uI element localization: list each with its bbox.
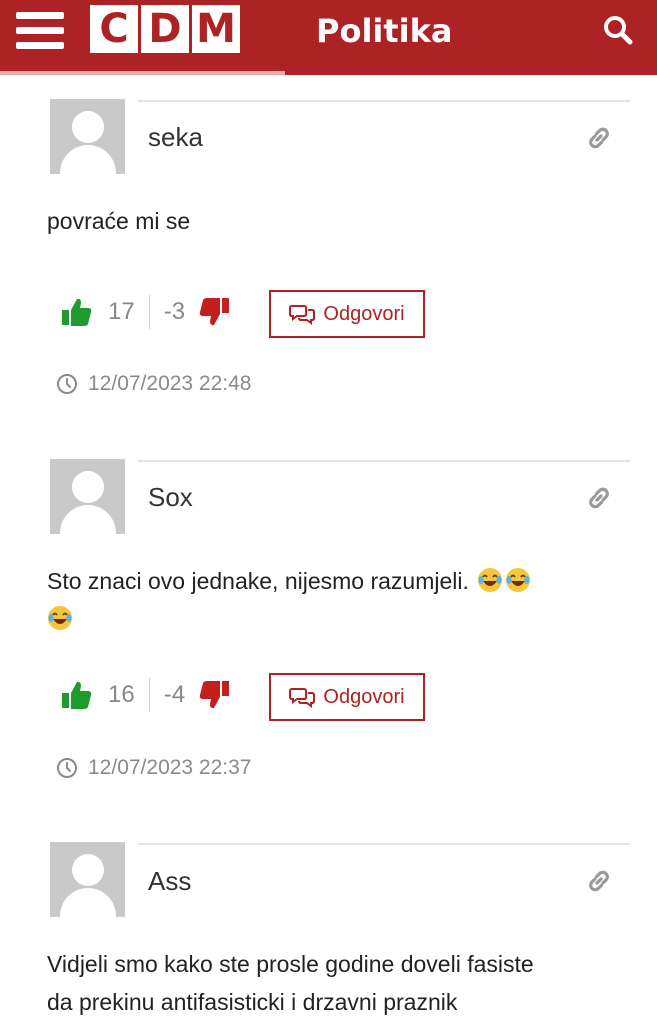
- reply-label: Odgovori: [323, 302, 405, 325]
- reply-label: Odgovori: [323, 685, 405, 708]
- avatar: [50, 459, 125, 534]
- comment-text-body: Sto znaci ovo jednake, nijesmo razumjeli…: [47, 568, 469, 594]
- avatar: [50, 99, 125, 174]
- hamburger-menu-icon[interactable]: [16, 12, 64, 50]
- timestamp-text: 12/07/2023 22:48: [88, 372, 252, 395]
- link-icon[interactable]: [584, 483, 614, 513]
- dislike-count: -4: [163, 681, 186, 708]
- dislike-count: -3: [163, 298, 186, 325]
- reply-button[interactable]: Odgovori: [269, 290, 425, 338]
- link-icon[interactable]: [584, 123, 614, 153]
- speech-bubbles-icon: [289, 305, 316, 325]
- vote-divider: [148, 295, 150, 329]
- avatar: [50, 842, 125, 917]
- thumbs-up-icon[interactable]: [60, 678, 94, 712]
- comment-divider: [138, 100, 630, 102]
- comment-author: seka: [148, 122, 203, 152]
- comment-text: Sto znaci ovo jednake, nijesmo razumjeli…: [47, 562, 607, 638]
- thumbs-down-icon[interactable]: [197, 678, 231, 712]
- timestamp-text: 12/07/2023 22:37: [88, 756, 252, 779]
- link-icon[interactable]: [584, 866, 614, 896]
- clock-icon: [57, 758, 77, 778]
- header-progress-underline: [0, 71, 285, 75]
- logo-letter-m: M: [192, 5, 240, 53]
- like-count: 17: [108, 298, 135, 325]
- comment-text-line: da prekinu antifasisticki i drzavni praz…: [47, 989, 458, 1015]
- cdm-logo[interactable]: C D M: [90, 5, 240, 53]
- vote-row: 17 -3: [60, 288, 231, 336]
- search-icon[interactable]: [602, 14, 634, 46]
- thumbs-down-icon[interactable]: [197, 295, 231, 329]
- face-with-tears-of-joy-icon: [506, 568, 531, 592]
- comment-timestamp: 12/07/2023 22:48: [56, 372, 252, 396]
- like-count: 16: [108, 681, 135, 708]
- comment-text-line: Vidjeli smo kako ste prosle godine dovel…: [47, 951, 534, 977]
- comment-author: Ass: [148, 866, 192, 896]
- reply-button[interactable]: Odgovori: [269, 673, 425, 721]
- face-with-tears-of-joy-icon: [478, 568, 503, 592]
- section-title: Politika: [316, 12, 453, 50]
- face-with-tears-of-joy-icon: [48, 606, 72, 630]
- logo-letter-c: C: [90, 5, 138, 53]
- comment-text: Vidjeli smo kako ste prosle godine dovel…: [47, 945, 647, 1021]
- comment-timestamp: 12/07/2023 22:37: [56, 756, 252, 780]
- comment-text: povraće mi se: [47, 208, 191, 234]
- logo-letter-d: D: [141, 5, 189, 53]
- comment-divider: [138, 843, 630, 845]
- top-header: C D M Politika: [0, 0, 657, 75]
- vote-divider: [148, 678, 150, 712]
- thumbs-up-icon[interactable]: [60, 295, 94, 329]
- speech-bubbles-icon: [289, 688, 316, 708]
- vote-row: 16 -4: [60, 671, 231, 719]
- comment-divider: [138, 460, 630, 462]
- clock-icon: [57, 374, 77, 394]
- comment-author: Sox: [148, 482, 193, 512]
